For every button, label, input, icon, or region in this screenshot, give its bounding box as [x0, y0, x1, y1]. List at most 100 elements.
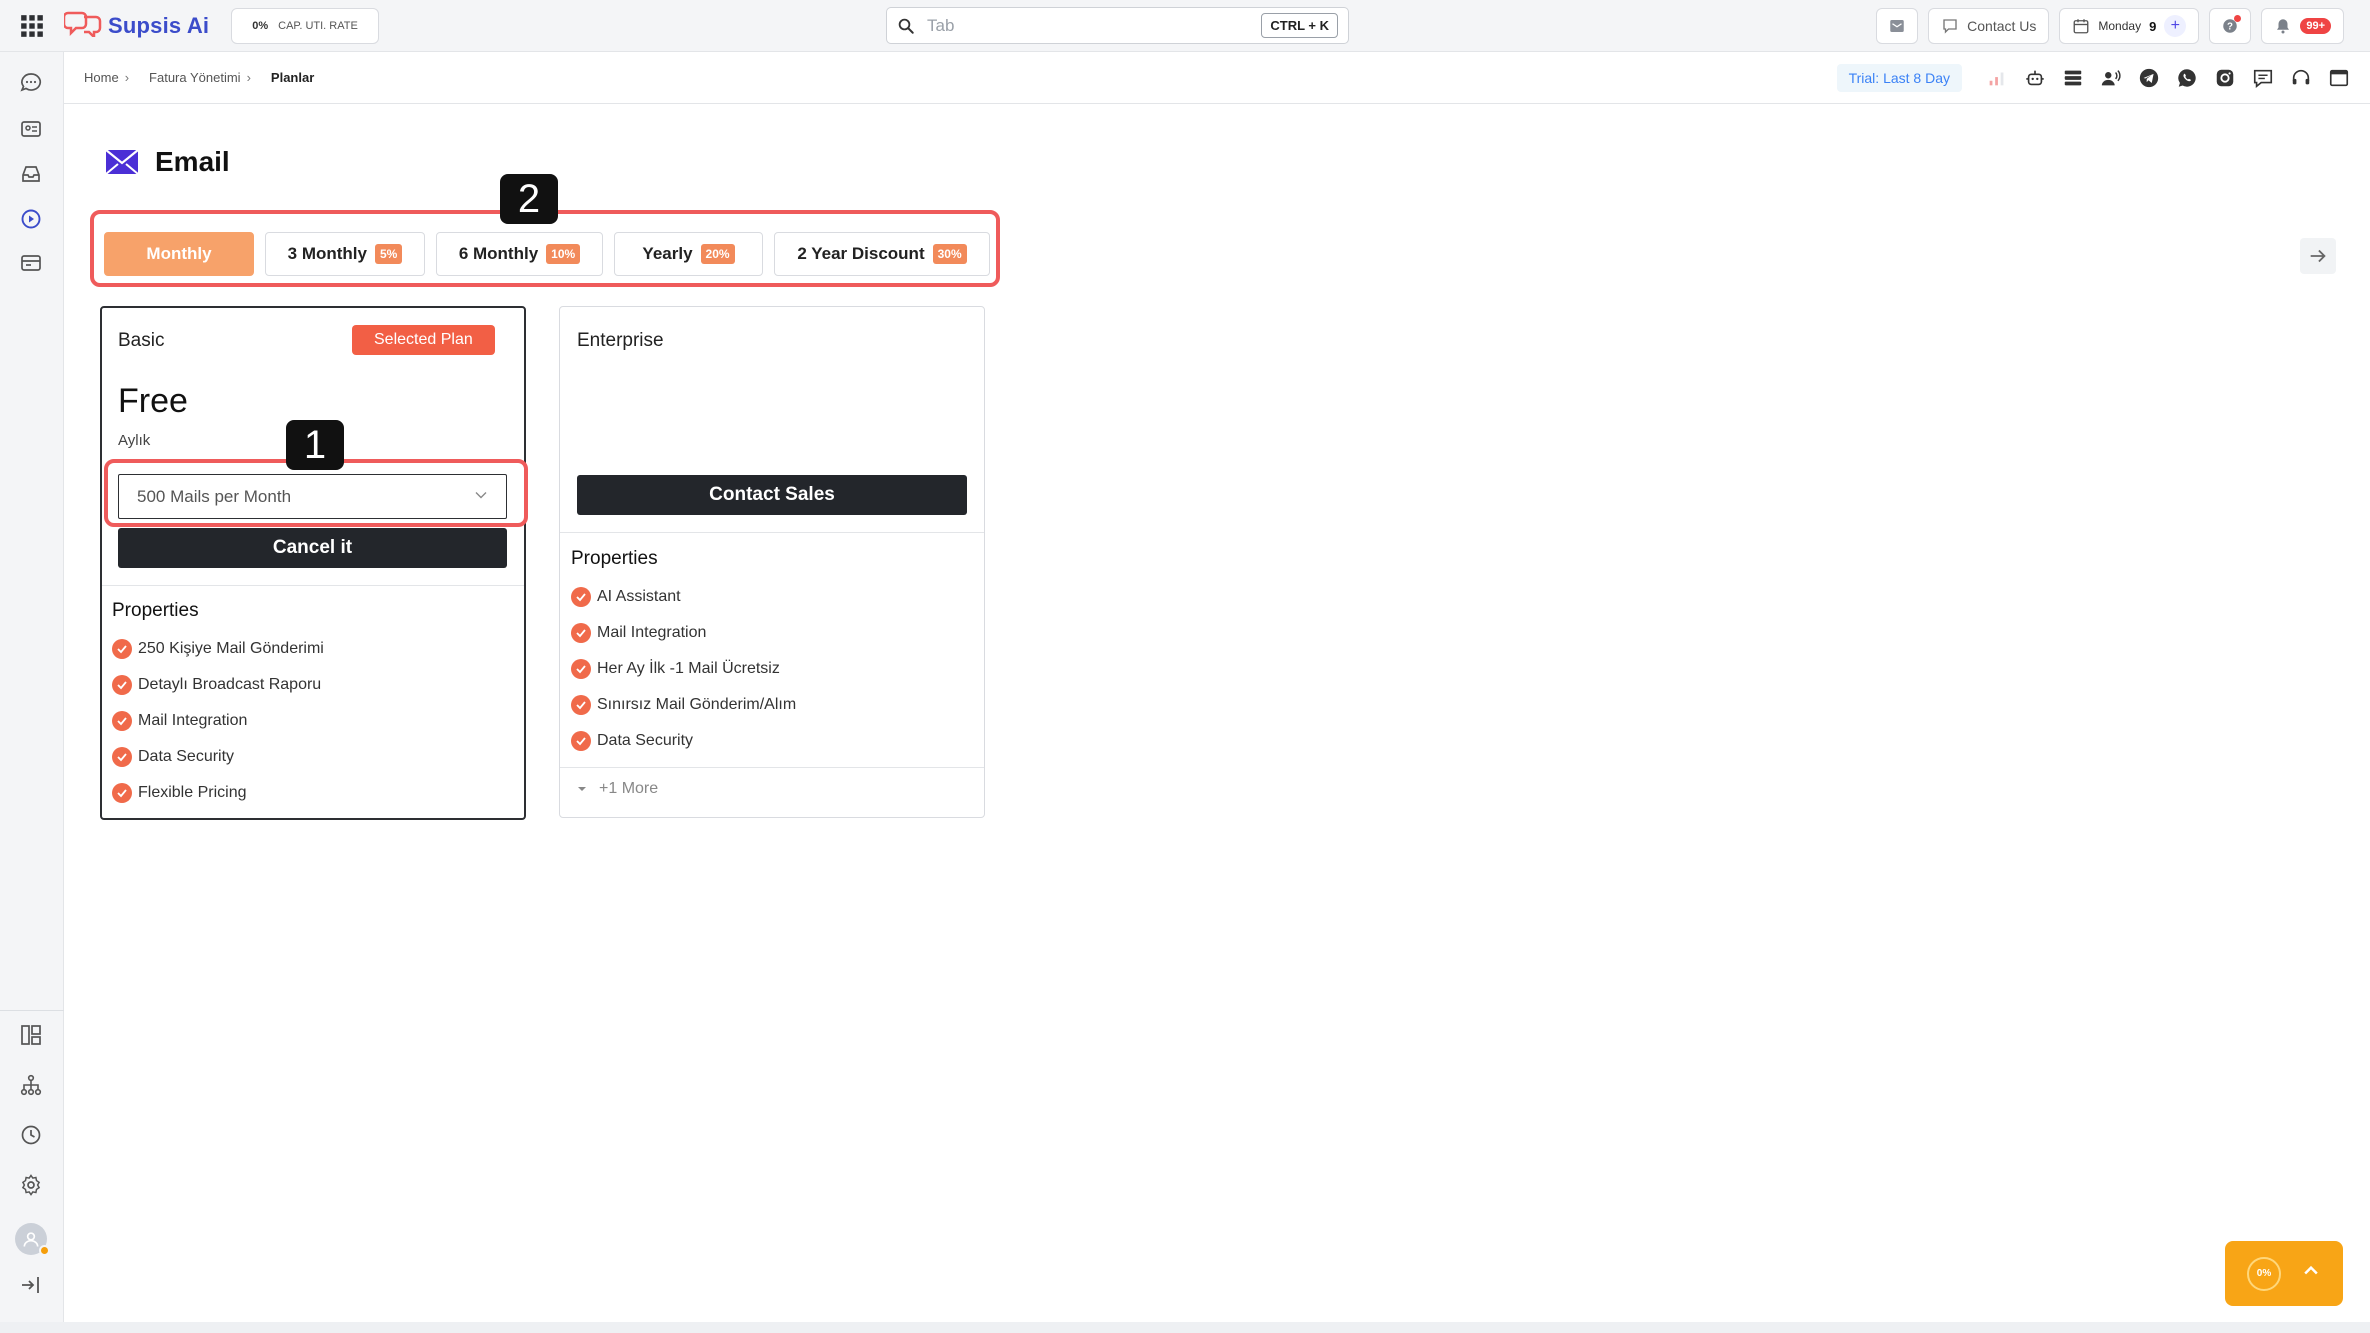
play-circle-icon — [21, 209, 41, 229]
property-text: Data Security — [597, 731, 694, 749]
check-icon — [112, 674, 132, 695]
breadcrumb-separator: › — [246, 70, 251, 85]
property-text: Sınırsız Mail Gönderim/Alım — [597, 695, 797, 713]
trial-badge[interactable]: Trial: Last 8 Day — [1836, 64, 1962, 92]
headset-icon[interactable] — [2290, 67, 2312, 89]
whatsapp-icon[interactable] — [2176, 67, 2198, 89]
clock-icon — [21, 1125, 41, 1145]
list-icon[interactable] — [2062, 67, 2084, 89]
capacity-rate-value: 0% — [252, 19, 269, 32]
breadcrumb-billing[interactable]: Fatura Yönetimi — [149, 70, 241, 85]
logo-icon — [62, 9, 102, 42]
sidebar-item-history[interactable] — [16, 1120, 46, 1150]
tab-2-year[interactable]: 2 Year Discount 30% — [774, 232, 990, 276]
avatar[interactable] — [15, 1223, 50, 1256]
telegram-icon[interactable] — [2138, 67, 2160, 89]
check-icon — [112, 710, 132, 731]
basic-properties-list: 250 Kişiye Mail Gönderimi Detaylı Broadc… — [112, 637, 324, 804]
tab-6-monthly[interactable]: 6 Monthly 10% — [436, 232, 603, 276]
users-voice-icon[interactable] — [2100, 67, 2122, 89]
enterprise-properties-list: AI Assistant Mail Integration Her Ay İlk… — [571, 585, 796, 752]
logout-icon — [22, 1277, 39, 1293]
tab-3-monthly[interactable]: 3 Monthly 5% — [265, 232, 425, 276]
instagram-icon[interactable] — [2214, 67, 2236, 89]
mail-quota-select[interactable]: 500 Mails per Month — [118, 474, 507, 519]
selected-plan-badge: Selected Plan — [352, 325, 495, 355]
tab-label: Yearly — [642, 244, 693, 263]
left-sidebar — [0, 52, 64, 1333]
tab-monthly[interactable]: Monthly — [104, 232, 254, 276]
bell-icon — [2277, 19, 2290, 34]
sidebar-item-contacts[interactable] — [16, 114, 46, 144]
property-text: 250 Kişiye Mail Gönderimi — [138, 639, 324, 657]
plan-name: Basic — [118, 330, 165, 351]
breadcrumb-home[interactable]: Home — [84, 70, 119, 85]
tab-label: 6 Monthly — [458, 244, 539, 263]
next-arrow-button[interactable] — [2300, 238, 2336, 274]
sidebar-item-settings[interactable] — [16, 1170, 46, 1200]
list-item: Mail Integration — [112, 709, 324, 732]
billing-period-tabs: Monthly 3 Monthly 5% 6 Monthly 10% Yearl… — [104, 232, 990, 276]
property-text: Mail Integration — [138, 711, 248, 729]
sidebar-item-archive[interactable] — [16, 159, 46, 189]
check-icon — [112, 782, 132, 803]
add-event-icon[interactable]: + — [2164, 15, 2187, 37]
help-button[interactable]: ? — [2209, 8, 2252, 44]
arrow-right-icon — [2310, 249, 2326, 263]
tab-yearly[interactable]: Yearly 20% — [614, 232, 763, 276]
list-item: AI Assistant — [571, 585, 796, 608]
progress-widget[interactable]: 0% — [2225, 1241, 2343, 1306]
contact-sales-button[interactable]: Contact Sales — [577, 475, 967, 515]
browser-window-icon[interactable] — [2328, 67, 2350, 89]
chat-bubble-icon — [20, 73, 42, 92]
capacity-rate-label: CAP. UTI. RATE — [278, 19, 358, 32]
sidebar-item-layout[interactable] — [16, 1020, 46, 1050]
check-icon — [112, 746, 132, 767]
help-alert-dot — [2234, 15, 2242, 22]
contact-us-button[interactable]: Contact Us — [1928, 8, 2050, 44]
inbox-tray-icon — [22, 166, 40, 182]
card-divider — [560, 532, 984, 533]
apps-grid-icon[interactable] — [0, 0, 64, 52]
breadcrumb-separator: › — [124, 70, 130, 85]
plan-period: Aylık — [118, 432, 151, 449]
sidebar-item-logout[interactable] — [16, 1270, 46, 1300]
notifications-badge: 99+ — [2300, 18, 2331, 34]
sidebar-item-org-chart[interactable] — [16, 1070, 46, 1100]
top-right-controls: Contact Us Monday 9 + ? 99+ — [1876, 0, 2370, 52]
notifications-button[interactable]: 99+ — [2261, 8, 2344, 44]
logo[interactable]: Supsis Ai — [62, 9, 210, 42]
robot-icon[interactable] — [2024, 67, 2046, 89]
inbox-button[interactable] — [1876, 8, 1919, 44]
gear-icon — [21, 1174, 41, 1196]
properties-title: Properties — [112, 600, 199, 621]
cancel-plan-button[interactable]: Cancel it — [118, 528, 507, 568]
chevron-up-icon[interactable] — [2301, 1261, 2321, 1286]
calendar-button[interactable]: Monday 9 + — [2059, 8, 2200, 44]
property-text: Flexible Pricing — [138, 783, 247, 801]
search-input[interactable]: Tab CTRL + K — [886, 7, 1349, 44]
show-more-button[interactable]: +1 More — [577, 780, 658, 798]
property-text: Mail Integration — [597, 623, 707, 641]
logo-text: Supsis Ai — [108, 12, 210, 38]
show-more-label: +1 More — [599, 780, 659, 797]
bottom-strip — [0, 1322, 2370, 1333]
capacity-rate-box[interactable]: 0% CAP. UTI. RATE — [231, 7, 379, 44]
sidebar-item-chat[interactable] — [16, 68, 46, 98]
property-text: AI Assistant — [597, 587, 681, 605]
list-item: Detaylı Broadcast Raporu — [112, 673, 324, 696]
envelope-icon — [105, 149, 139, 175]
signal-icon[interactable] — [1986, 67, 2008, 89]
message-icon[interactable] — [2252, 67, 2274, 89]
sidebar-item-play[interactable] — [16, 204, 46, 234]
sidebar-item-billing[interactable] — [16, 248, 46, 278]
list-item: Mail Integration — [571, 621, 796, 644]
calendar-icon — [2073, 19, 2089, 34]
tab-label: 2 Year Discount — [797, 244, 925, 263]
discount-badge: 5% — [375, 244, 403, 264]
check-icon — [571, 694, 591, 715]
tab-label: Monthly — [146, 244, 212, 263]
list-item: 250 Kişiye Mail Gönderimi — [112, 637, 324, 660]
discount-badge: 30% — [932, 244, 967, 264]
svg-text:?: ? — [2227, 21, 2233, 32]
